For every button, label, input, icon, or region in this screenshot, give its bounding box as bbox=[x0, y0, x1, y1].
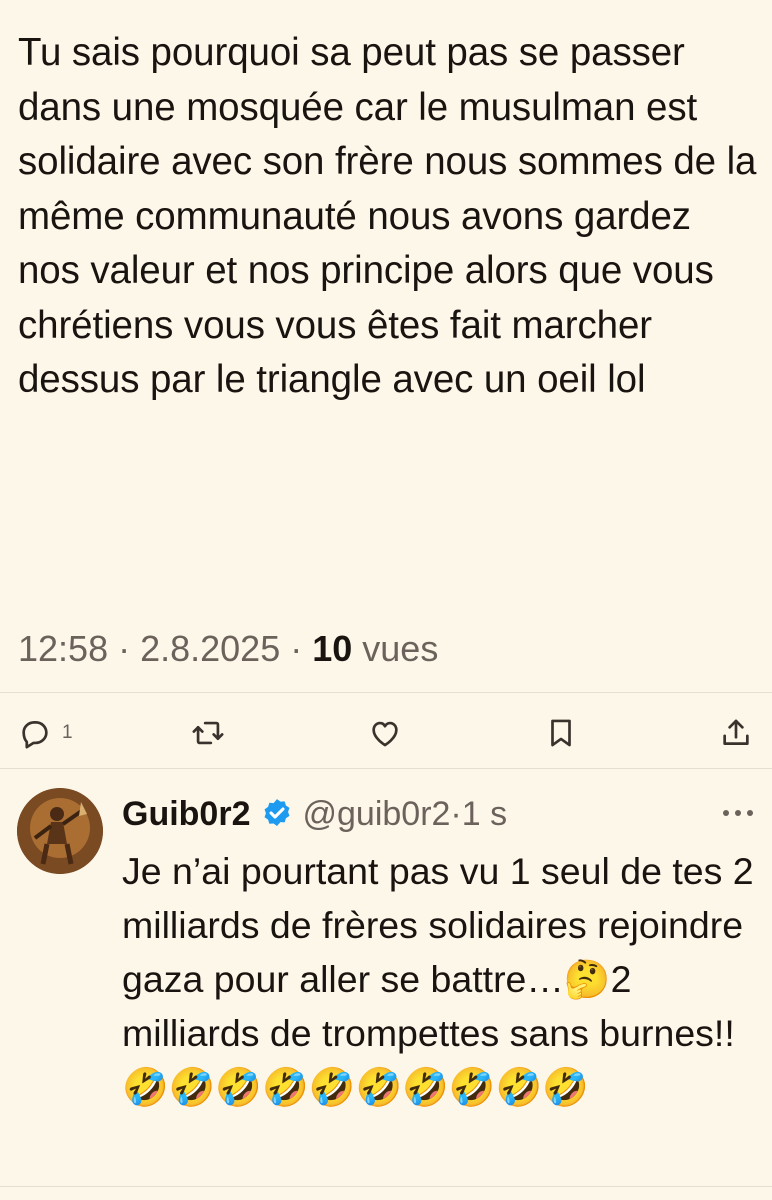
avatar[interactable] bbox=[17, 788, 103, 874]
views-count[interactable]: 10 bbox=[312, 628, 352, 669]
meta-separator: · bbox=[280, 628, 313, 669]
share-button[interactable] bbox=[719, 708, 753, 758]
action-bar: 1 bbox=[0, 708, 772, 758]
views-label: vues bbox=[352, 628, 439, 669]
divider bbox=[0, 1186, 772, 1187]
reply-tweet[interactable]: Guib0r2 @guib0r2 · 1 s Je n’ai pourtant … bbox=[0, 770, 772, 1190]
more-options-button[interactable] bbox=[718, 796, 758, 830]
reply-count: 1 bbox=[62, 722, 73, 743]
warrior-avatar-icon bbox=[17, 788, 103, 874]
reply-text: Je n’ai pourtant pas vu 1 seul de tes 2 … bbox=[122, 850, 765, 1108]
share-icon bbox=[723, 719, 749, 745]
divider bbox=[0, 692, 772, 693]
tweet-meta: 12:58 · 2.8.2025 · 10 vues bbox=[18, 628, 438, 670]
like-button[interactable] bbox=[368, 708, 402, 758]
reply-button[interactable]: 1 bbox=[18, 708, 73, 758]
like-icon bbox=[372, 721, 398, 747]
retweet-button[interactable] bbox=[191, 708, 225, 758]
bookmark-icon bbox=[551, 719, 571, 747]
reply-icon bbox=[22, 721, 48, 749]
user-handle[interactable]: @guib0r2 bbox=[302, 795, 450, 834]
meta-separator: · bbox=[450, 794, 462, 833]
tweet-date: 2.8.2025 bbox=[140, 628, 281, 669]
more-icon bbox=[723, 810, 753, 816]
display-name[interactable]: Guib0r2 bbox=[122, 795, 250, 834]
reply-header: Guib0r2 @guib0r2 · 1 s bbox=[122, 792, 507, 836]
bookmark-button[interactable] bbox=[544, 708, 578, 758]
reply-time[interactable]: 1 s bbox=[462, 795, 507, 834]
tweet-text: Tu sais pourquoi sa peut pas se passer d… bbox=[18, 31, 767, 401]
tweet-time: 12:58 bbox=[18, 628, 109, 669]
retweet-icon bbox=[192, 721, 224, 745]
verified-badge-icon bbox=[265, 799, 290, 827]
divider bbox=[0, 768, 772, 769]
meta-separator: · bbox=[108, 628, 141, 669]
